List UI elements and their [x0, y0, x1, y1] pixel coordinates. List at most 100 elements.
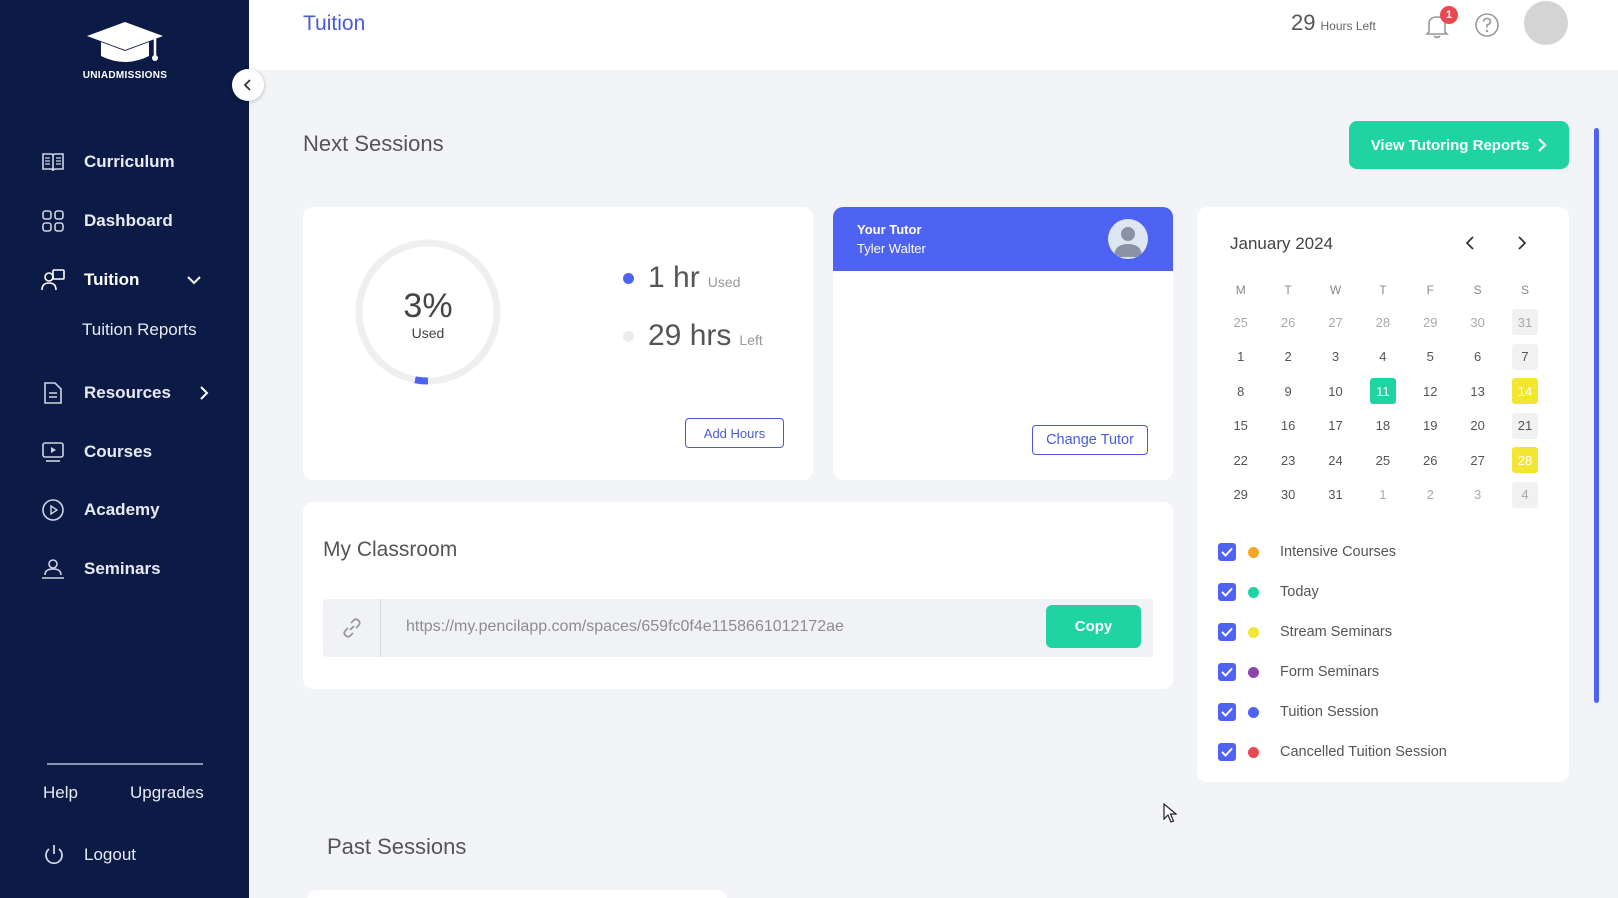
calendar-day[interactable]: 29 — [1217, 478, 1264, 513]
calendar-day[interactable]: 30 — [1264, 478, 1311, 513]
question-circle-icon — [1475, 13, 1499, 37]
calendar-day[interactable]: 16 — [1264, 409, 1311, 444]
calendar-day[interactable]: 2 — [1264, 340, 1311, 375]
checkmark-icon — [1221, 547, 1233, 557]
calendar-day[interactable]: 5 — [1407, 340, 1454, 375]
calendar-day[interactable]: 27 — [1454, 443, 1501, 478]
page-scrollbar[interactable] — [1594, 128, 1599, 703]
calendar-day[interactable]: 23 — [1264, 443, 1311, 478]
person-icon — [1114, 227, 1142, 257]
video-icon — [40, 439, 66, 465]
legend-checkbox[interactable] — [1218, 543, 1236, 561]
calendar-day[interactable]: 18 — [1359, 409, 1406, 444]
left-dot — [623, 330, 634, 342]
calendar-day[interactable]: 26 — [1264, 305, 1311, 340]
calendar-day[interactable]: 28 — [1359, 305, 1406, 340]
sidebar-item-seminars[interactable]: Seminars — [40, 554, 161, 584]
past-sessions-card — [307, 890, 727, 898]
link-icon — [323, 599, 381, 657]
calendar-day[interactable]: 24 — [1312, 443, 1359, 478]
help-button[interactable] — [1474, 12, 1500, 38]
weekday-label: T — [1284, 283, 1292, 297]
calendar-day[interactable]: 26 — [1407, 443, 1454, 478]
sidebar-item-resources[interactable]: Resources — [40, 378, 209, 408]
sidebar-item-academy[interactable]: Academy — [40, 495, 160, 525]
view-tutoring-reports-button[interactable]: View Tutoring Reports — [1349, 121, 1569, 169]
legend-checkbox[interactable] — [1218, 583, 1236, 601]
notifications-button[interactable]: 1 — [1424, 6, 1458, 40]
add-hours-button[interactable]: Add Hours — [685, 418, 784, 448]
calendar-day[interactable]: 22 — [1217, 443, 1264, 478]
legend-checkbox[interactable] — [1218, 663, 1236, 681]
calendar-day[interactable]: 4 — [1359, 340, 1406, 375]
legend-color-dot — [1248, 706, 1259, 718]
mouse-cursor-icon — [1163, 803, 1177, 823]
calendar-day[interactable]: 31 — [1501, 305, 1548, 340]
sidebar-item-label: Tuition — [84, 270, 140, 289]
notification-badge: 1 — [1440, 6, 1458, 24]
calendar-day[interactable]: 9 — [1264, 374, 1311, 409]
upgrades-link[interactable]: Upgrades — [130, 783, 204, 803]
chevron-left-icon — [243, 79, 251, 91]
calendar-day[interactable]: 1 — [1359, 478, 1406, 513]
document-icon — [40, 380, 66, 406]
classroom-link-field[interactable]: https://my.pencilapp.com/spaces/659fc0f4… — [323, 599, 1153, 657]
sidebar-item-label: Curriculum — [84, 152, 175, 171]
calendar-legend: Intensive Courses Today Stream Seminars … — [1218, 532, 1447, 772]
calendar-day-today[interactable]: 11 — [1359, 374, 1406, 409]
sidebar-item-tuition[interactable]: Tuition — [40, 265, 202, 295]
calendar-day[interactable]: 3 — [1454, 478, 1501, 513]
user-avatar[interactable] — [1524, 1, 1568, 45]
chevron-right-icon — [1518, 236, 1527, 250]
calendar-day[interactable]: 7 — [1501, 340, 1548, 375]
calendar-day[interactable]: 13 — [1454, 374, 1501, 409]
legend-checkbox[interactable] — [1218, 623, 1236, 641]
calendar-day[interactable]: 1 — [1217, 340, 1264, 375]
calendar-day[interactable]: 21 — [1501, 409, 1548, 444]
collapse-sidebar-button[interactable] — [232, 69, 264, 101]
checkmark-icon — [1221, 667, 1233, 677]
weekday-label: W — [1329, 283, 1342, 297]
calendar-prev-button[interactable] — [1458, 231, 1482, 255]
calendar-day[interactable]: 31 — [1312, 478, 1359, 513]
copy-link-button[interactable]: Copy — [1046, 605, 1141, 648]
sidebar-item-dashboard[interactable]: Dashboard — [40, 206, 173, 236]
hours-usage-card: 3% Used 1 hr Used 29 hrs Left Add Hours — [303, 207, 813, 480]
calendar-day-seminar[interactable]: 14 — [1501, 374, 1548, 409]
logo[interactable]: UNIADMISSIONS — [70, 20, 180, 81]
legend-label: Form Seminars — [1280, 664, 1380, 680]
legend-item-cancelled-tuition-session: Cancelled Tuition Session — [1218, 732, 1447, 772]
calendar-day[interactable]: 2 — [1407, 478, 1454, 513]
calendar-day[interactable]: 3 — [1312, 340, 1359, 375]
calendar-day[interactable]: 4 — [1501, 478, 1548, 513]
calendar-day[interactable]: 19 — [1407, 409, 1454, 444]
change-tutor-button[interactable]: Change Tutor — [1032, 425, 1148, 455]
calendar-day-seminar[interactable]: 28 — [1501, 443, 1548, 478]
calendar-day[interactable]: 20 — [1454, 409, 1501, 444]
sidebar-item-curriculum[interactable]: Curriculum — [40, 147, 175, 177]
calendar-day[interactable]: 12 — [1407, 374, 1454, 409]
hours-left-stat-label: Left — [739, 332, 763, 348]
legend-checkbox[interactable] — [1218, 703, 1236, 721]
sidebar-item-courses[interactable]: Courses — [40, 437, 152, 467]
legend-item-tuition-session: Tuition Session — [1218, 692, 1447, 732]
calendar-day[interactable]: 8 — [1217, 374, 1264, 409]
sidebar-subitem-tuition-reports[interactable]: Tuition Reports — [82, 320, 197, 340]
calendar-day[interactable]: 30 — [1454, 305, 1501, 340]
logout-button[interactable]: Logout — [42, 843, 136, 867]
calendar-day[interactable]: 25 — [1217, 305, 1264, 340]
legend-item-intensive-courses: Intensive Courses — [1218, 532, 1447, 572]
weekday-label: S — [1521, 283, 1530, 297]
legend-label: Stream Seminars — [1280, 624, 1393, 640]
help-link[interactable]: Help — [43, 783, 78, 803]
calendar-day[interactable]: 29 — [1407, 305, 1454, 340]
calendar-next-button[interactable] — [1510, 231, 1534, 255]
calendar-day[interactable]: 6 — [1454, 340, 1501, 375]
legend-checkbox[interactable] — [1218, 743, 1236, 761]
calendar-day[interactable]: 27 — [1312, 305, 1359, 340]
calendar-day[interactable]: 17 — [1312, 409, 1359, 444]
calendar-day[interactable]: 10 — [1312, 374, 1359, 409]
calendar-day[interactable]: 15 — [1217, 409, 1264, 444]
legend-color-dot — [1248, 746, 1259, 758]
calendar-day[interactable]: 25 — [1359, 443, 1406, 478]
